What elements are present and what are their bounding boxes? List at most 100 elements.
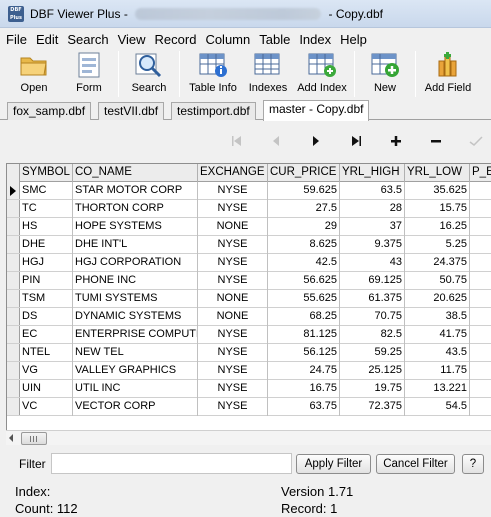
- menu-view[interactable]: View: [118, 32, 146, 47]
- cell-cur-price[interactable]: 16.75: [268, 380, 340, 398]
- table-row[interactable]: PIN PHONE INC NYSE 56.625 69.125 50.75: [7, 272, 491, 290]
- cell-p-e[interactable]: [470, 308, 491, 326]
- cell-symbol[interactable]: EC: [20, 326, 73, 344]
- post-edit-icon[interactable]: [468, 133, 484, 149]
- row-indicator[interactable]: [7, 200, 20, 217]
- cell-p-e[interactable]: [470, 254, 491, 272]
- cell-yrl-high[interactable]: 25.125: [340, 362, 405, 380]
- cell-yrl-high[interactable]: 59.25: [340, 344, 405, 362]
- cell-p-e[interactable]: [470, 218, 491, 236]
- cell-exchange[interactable]: NYSE: [198, 272, 268, 290]
- cell-p-e[interactable]: [470, 182, 491, 200]
- cell-symbol[interactable]: DHE: [20, 236, 73, 254]
- cell-yrl-high[interactable]: 69.125: [340, 272, 405, 290]
- new-button[interactable]: New: [359, 49, 411, 99]
- cell-p-e[interactable]: [470, 362, 491, 380]
- row-indicator[interactable]: [7, 380, 20, 397]
- menu-help[interactable]: Help: [340, 32, 367, 47]
- cell-co-name[interactable]: HOPE SYSTEMS: [73, 218, 198, 236]
- cell-cur-price[interactable]: 24.75: [268, 362, 340, 380]
- column-header-symbol[interactable]: SYMBOL: [20, 164, 73, 182]
- menu-index[interactable]: Index: [299, 32, 331, 47]
- cell-p-e[interactable]: [470, 290, 491, 308]
- table-row[interactable]: HS HOPE SYSTEMS NONE 29 37 16.25: [7, 218, 491, 236]
- cell-yrl-low[interactable]: 11.75: [405, 362, 470, 380]
- cell-cur-price[interactable]: 55.625: [268, 290, 340, 308]
- table-row[interactable]: DHE DHE INT'L NYSE 8.625 9.375 5.25: [7, 236, 491, 254]
- delete-record-icon[interactable]: [428, 133, 444, 149]
- cell-symbol[interactable]: TC: [20, 200, 73, 218]
- tab-testimport[interactable]: testimport.dbf: [171, 102, 256, 120]
- cell-yrl-high[interactable]: 43: [340, 254, 405, 272]
- menu-file[interactable]: File: [6, 32, 27, 47]
- cell-yrl-low[interactable]: 16.25: [405, 218, 470, 236]
- cell-cur-price[interactable]: 68.25: [268, 308, 340, 326]
- cell-p-e[interactable]: [470, 272, 491, 290]
- table-row[interactable]: HGJ HGJ CORPORATION NYSE 42.5 43 24.375: [7, 254, 491, 272]
- table-row[interactable]: EC ENTERPRISE COMPUTER NYSE 81.125 82.5 41.75: [7, 326, 491, 344]
- cell-symbol[interactable]: HGJ: [20, 254, 73, 272]
- column-header-yrl-high[interactable]: YRL_HIGH: [340, 164, 405, 182]
- row-indicator[interactable]: [7, 182, 20, 199]
- apply-filter-button[interactable]: Apply Filter: [296, 454, 371, 474]
- cell-co-name[interactable]: TUMI SYSTEMS: [73, 290, 198, 308]
- cell-yrl-low[interactable]: 50.75: [405, 272, 470, 290]
- row-indicator[interactable]: [7, 236, 20, 253]
- cell-yrl-low[interactable]: 38.5: [405, 308, 470, 326]
- cell-exchange[interactable]: NYSE: [198, 254, 268, 272]
- cell-cur-price[interactable]: 63.75: [268, 398, 340, 416]
- add-index-button[interactable]: Add Index: [294, 49, 350, 99]
- cell-p-e[interactable]: [470, 398, 491, 416]
- column-header-yrl-low[interactable]: YRL_LOW: [405, 164, 470, 182]
- insert-record-icon[interactable]: [388, 133, 404, 149]
- cell-yrl-high[interactable]: 28: [340, 200, 405, 218]
- column-header-co-name[interactable]: CO_NAME: [73, 164, 198, 182]
- cell-exchange[interactable]: NYSE: [198, 398, 268, 416]
- scroll-left-icon[interactable]: [9, 434, 13, 442]
- menu-record[interactable]: Record: [155, 32, 197, 47]
- tab-fox-samp[interactable]: fox_samp.dbf: [7, 102, 92, 120]
- form-button[interactable]: Form: [64, 49, 114, 99]
- row-indicator[interactable]: [7, 254, 20, 271]
- cell-co-name[interactable]: DYNAMIC SYSTEMS: [73, 308, 198, 326]
- cell-yrl-low[interactable]: 13.221: [405, 380, 470, 398]
- row-indicator[interactable]: [7, 290, 20, 307]
- table-info-button[interactable]: Table Info: [184, 49, 242, 99]
- first-record-icon[interactable]: [229, 133, 245, 149]
- table-row[interactable]: VG VALLEY GRAPHICS NYSE 24.75 25.125 11.75: [7, 362, 491, 380]
- cell-cur-price[interactable]: 8.625: [268, 236, 340, 254]
- cell-cur-price[interactable]: 42.5: [268, 254, 340, 272]
- table-row[interactable]: NTEL NEW TEL NYSE 56.125 59.25 43.5: [7, 344, 491, 362]
- cell-symbol[interactable]: VG: [20, 362, 73, 380]
- cell-cur-price[interactable]: 29: [268, 218, 340, 236]
- row-indicator[interactable]: [7, 272, 20, 289]
- table-row[interactable]: TSM TUMI SYSTEMS NONE 55.625 61.375 20.625: [7, 290, 491, 308]
- cell-exchange[interactable]: NONE: [198, 290, 268, 308]
- row-indicator[interactable]: [7, 344, 20, 361]
- cell-co-name[interactable]: VALLEY GRAPHICS: [73, 362, 198, 380]
- search-button[interactable]: Search: [123, 49, 175, 99]
- row-indicator[interactable]: [7, 308, 20, 325]
- cell-exchange[interactable]: NYSE: [198, 362, 268, 380]
- cell-symbol[interactable]: TSM: [20, 290, 73, 308]
- cell-co-name[interactable]: VECTOR CORP: [73, 398, 198, 416]
- cancel-filter-button[interactable]: Cancel Filter: [376, 454, 455, 474]
- cell-symbol[interactable]: UIN: [20, 380, 73, 398]
- cell-symbol[interactable]: VC: [20, 398, 73, 416]
- cell-cur-price[interactable]: 56.125: [268, 344, 340, 362]
- cell-exchange[interactable]: NYSE: [198, 380, 268, 398]
- cell-p-e[interactable]: [470, 236, 491, 254]
- indexes-button[interactable]: Indexes: [242, 49, 294, 99]
- cell-exchange[interactable]: NONE: [198, 218, 268, 236]
- menu-search[interactable]: Search: [67, 32, 108, 47]
- column-header-p-e[interactable]: P_E: [470, 164, 491, 182]
- filter-help-button[interactable]: ?: [462, 454, 484, 474]
- cell-co-name[interactable]: UTIL INC: [73, 380, 198, 398]
- filter-input[interactable]: [51, 453, 292, 474]
- column-header-cur-price[interactable]: CUR_PRICE: [268, 164, 340, 182]
- cell-exchange[interactable]: NONE: [198, 308, 268, 326]
- cell-p-e[interactable]: [470, 200, 491, 218]
- menu-table[interactable]: Table: [259, 32, 290, 47]
- cell-yrl-low[interactable]: 35.625: [405, 182, 470, 200]
- cell-yrl-high[interactable]: 61.375: [340, 290, 405, 308]
